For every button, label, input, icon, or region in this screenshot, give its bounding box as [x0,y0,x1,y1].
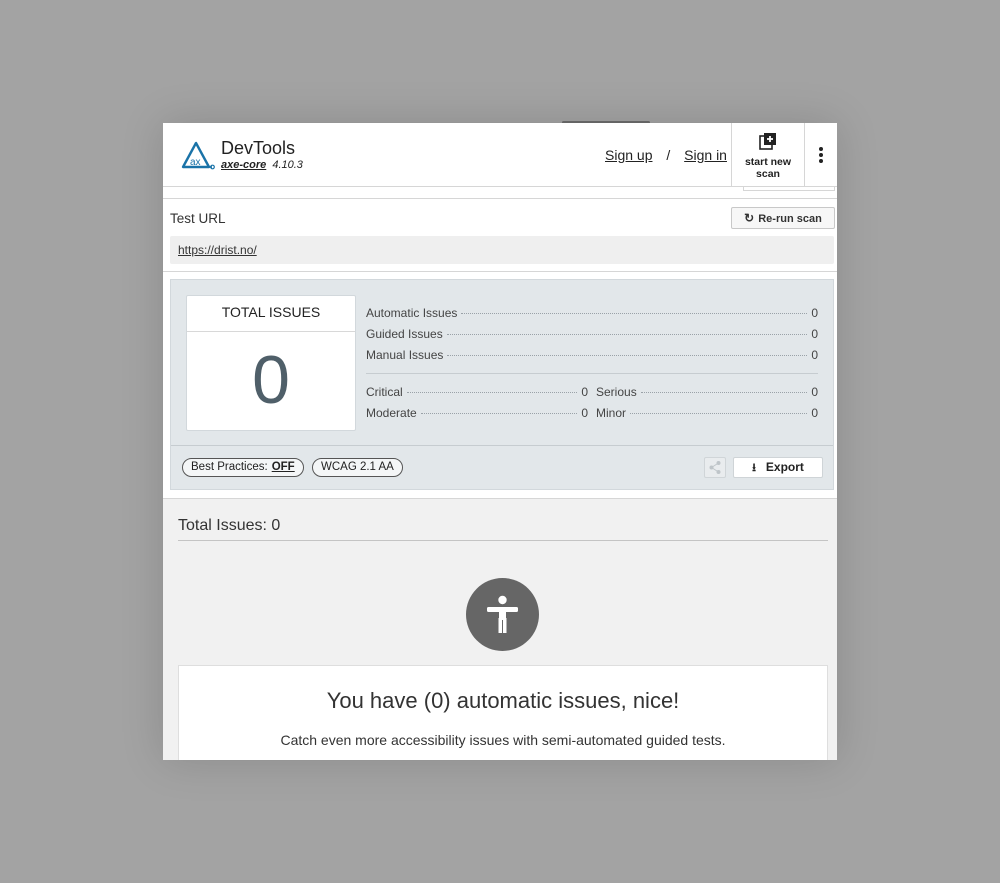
serious-stat: Serious 0 [596,385,818,399]
critical-stat: Critical 0 [366,385,588,399]
divider [163,198,837,199]
sign-up-link[interactable]: Sign up [605,147,652,163]
minor-stat: Minor 0 [596,406,818,420]
total-issues-card: TOTAL ISSUES 0 [186,295,356,431]
accessibility-icon [466,578,539,651]
refresh-icon: ↻ [744,211,755,225]
test-url-field: https://drist.no/ [170,236,834,264]
results-section: Total Issues: 0 You have (0) automatic i… [163,498,837,760]
severity-row-2: Moderate 0 Minor 0 [366,406,818,420]
divider [163,271,837,272]
axe-logo-icon: ax [181,141,215,170]
new-scan-label-2: scan [756,168,780,180]
results-title: Total Issues: 0 [178,517,281,534]
no-issues-card: You have (0) automatic issues, nice! Cat… [178,665,828,760]
version-number: 4.10.3 [272,159,303,171]
best-practices-toggle[interactable]: Best Practices: OFF [182,458,304,477]
total-issues-label: TOTAL ISSUES [187,296,355,332]
export-button[interactable]: ⭳ Export [733,457,823,478]
version-info: axe-core 4.10.3 [221,159,303,171]
total-issues-count: 0 [252,342,290,418]
test-url-label: Test URL [170,211,226,226]
critical-count: 0 [581,385,588,399]
logo-text: ax [190,157,201,168]
more-options-icon[interactable] [811,145,831,165]
guided-issues-count: 0 [811,327,818,341]
new-scan-label-1: start new [744,156,792,168]
moderate-label: Moderate [366,406,417,420]
new-scan-icon [759,133,776,150]
rerun-scan-label: Re-run scan [758,213,822,225]
minor-count: 0 [811,406,818,420]
wcag-label: WCAG 2.1 AA [321,461,394,473]
no-issues-heading: You have (0) automatic issues, nice! [326,688,680,713]
wcag-level-selector[interactable]: WCAG 2.1 AA [312,458,403,477]
guided-issues-row: Guided Issues 0 [366,327,818,341]
minor-label: Minor [596,406,627,420]
serious-label: Serious [596,385,637,399]
export-label: Export [765,460,804,474]
severity-row-1: Critical 0 Serious 0 [366,385,818,399]
automatic-issues-row: Automatic Issues 0 [366,306,818,320]
results-divider [178,540,828,541]
best-practices-value: OFF [271,461,295,473]
summary-footer-divider [171,445,833,446]
best-practices-label: Best Practices: [191,461,268,473]
serious-count: 0 [811,385,818,399]
manual-issues-row: Manual Issues 0 [366,348,818,362]
issues-summary: TOTAL ISSUES 0 Automatic Issues 0 Guided … [170,279,834,490]
guided-issues-label: Guided Issues [366,327,443,341]
header: ax DevTools axe-core 4.10.3 Sign up / Si… [163,123,837,187]
manual-issues-label: Manual Issues [366,348,444,362]
moderate-count: 0 [581,406,588,420]
share-icon [709,461,721,474]
download-icon: ⭳ [752,462,756,474]
axe-devtools-panel: ax DevTools axe-core 4.10.3 Sign up / Si… [163,123,837,760]
app-title: DevTools [221,138,296,158]
automatic-issues-label: Automatic Issues [366,306,458,320]
guided-tests-promo: Catch even more accessibility issues wit… [280,732,726,748]
axe-core-link[interactable]: axe-core [221,159,266,171]
share-button[interactable] [704,457,726,478]
automatic-issues-count: 0 [811,306,818,320]
moderate-stat: Moderate 0 [366,406,588,420]
start-new-scan-button[interactable]: start new scan [731,123,805,187]
sign-in-link[interactable]: Sign in [684,147,727,163]
stats-divider [366,373,818,374]
test-url-link[interactable]: https://drist.no/ [178,243,257,257]
manual-issues-count: 0 [811,348,818,362]
rerun-scan-button[interactable]: ↻ Re-run scan [731,207,835,229]
critical-label: Critical [366,385,403,399]
hidden-button-edge [743,187,835,191]
auth-separator: / [666,147,671,163]
auth-links: Sign up / Sign in [605,147,727,163]
